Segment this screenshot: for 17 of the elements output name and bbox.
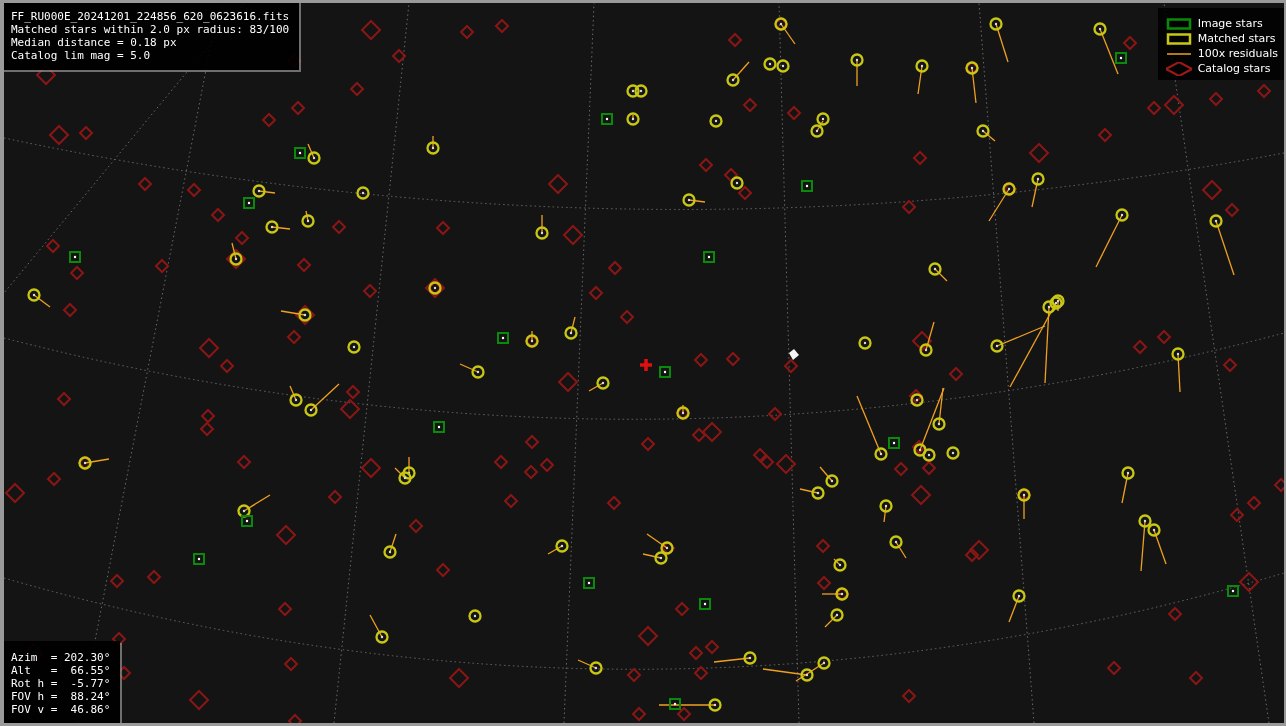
legend-label: 100x residuals	[1197, 46, 1278, 61]
legend-label: Catalog stars	[1197, 61, 1271, 76]
legend-label: Image stars	[1197, 16, 1263, 31]
pointing-text: Azim = 202.30°	[11, 651, 111, 664]
image-symbol-icon	[1165, 16, 1192, 31]
info-text: FF_RU000E_20241201_224856_620_0623616.fits	[11, 10, 290, 23]
pointing-text: Alt = 66.55°	[11, 664, 111, 677]
legend-label: Matched stars	[1197, 31, 1276, 46]
pointing-text: FOV h = 88.24°	[11, 690, 111, 703]
matched-symbol-icon	[1165, 31, 1192, 46]
info-text: Median distance = 0.18 px	[11, 36, 178, 49]
catalog-symbol-icon	[1165, 61, 1192, 76]
residual-symbol-icon	[1165, 52, 1192, 55]
info-text: Matched stars within 2.0 px radius: 83/100	[11, 23, 290, 36]
pointing-text: FOV v = 46.86°	[11, 703, 111, 716]
info-text: Catalog lim mag = 5.0	[11, 49, 152, 62]
pointing-text: Rot h = -5.77°	[11, 677, 111, 690]
